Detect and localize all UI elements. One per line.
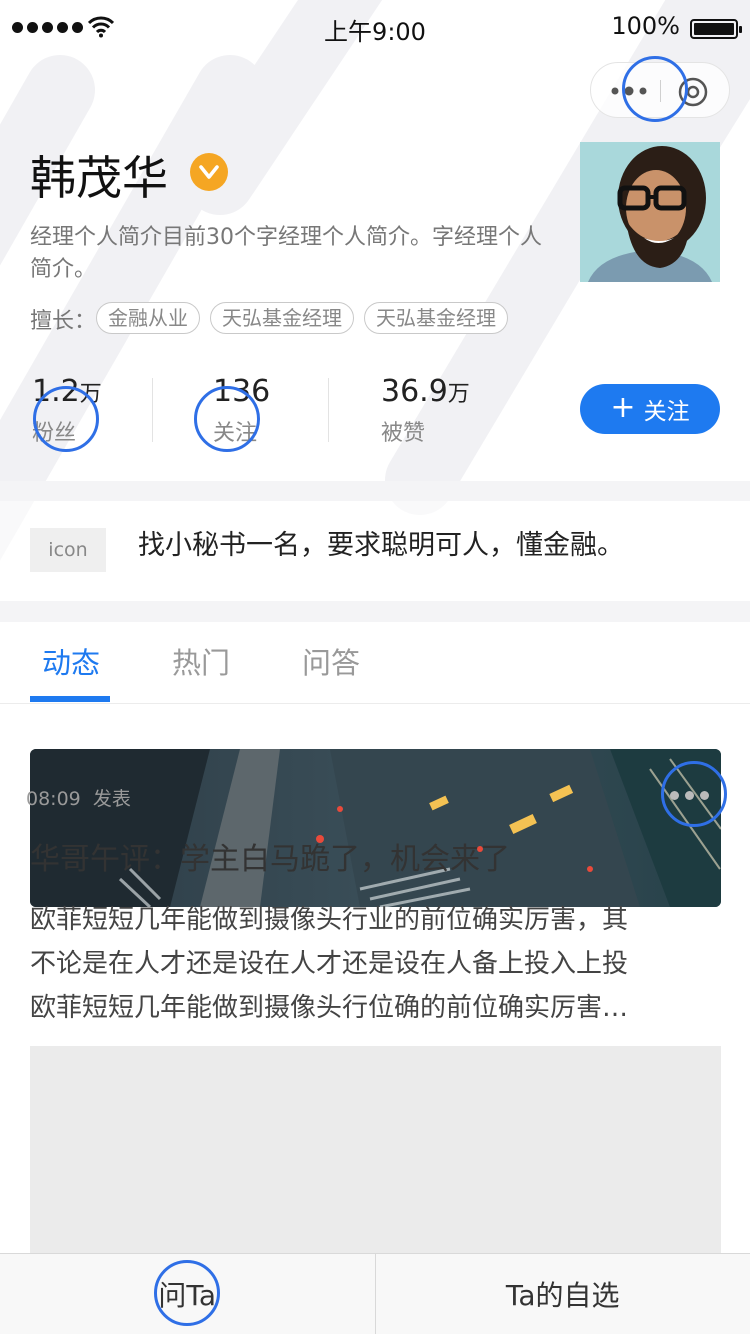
stat-likes-unit: 万 bbox=[447, 382, 470, 407]
capsule-menu bbox=[590, 62, 730, 118]
follow-button[interactable]: + 关注 bbox=[580, 384, 720, 434]
post-body-line: 欧菲短短几年能做到摄像头行位确的前位确实厉害… bbox=[30, 993, 629, 1023]
ask-button[interactable]: 问Ta bbox=[0, 1254, 375, 1334]
stat-fans[interactable]: 1.2万 粉丝 bbox=[32, 374, 102, 447]
tab-popular[interactable]: 热门 bbox=[172, 640, 230, 682]
battery-icon bbox=[690, 19, 742, 39]
status-bar: 上午9:00 100% bbox=[0, 0, 750, 56]
notice-text: 找小秘书一名，要求聪明可人，懂金融。 bbox=[138, 530, 624, 561]
verified-v-icon bbox=[190, 153, 228, 191]
stat-likes-value: 36.9 bbox=[381, 374, 448, 409]
post-more-icon[interactable] bbox=[670, 787, 716, 803]
stat-likes: 36.9万 被赞 bbox=[381, 374, 470, 447]
close-circle-icon[interactable] bbox=[677, 76, 709, 108]
tab-indicator bbox=[30, 696, 110, 702]
tab-qa[interactable]: 问答 bbox=[302, 640, 360, 682]
post-meta: 08:09 发表 bbox=[26, 784, 131, 811]
capsule-divider bbox=[660, 80, 661, 102]
battery-percent: 100% bbox=[611, 12, 680, 40]
follow-button-label: 关注 bbox=[643, 399, 690, 425]
stat-divider bbox=[328, 378, 329, 442]
avatar[interactable] bbox=[580, 142, 720, 282]
tab-dynamics[interactable]: 动态 bbox=[42, 640, 100, 682]
profile-intro: 经理个人简介目前30个字经理个人简介。字经理个人简介。 bbox=[30, 225, 542, 282]
skill-tags: 金融从业 天弘基金经理 天弘基金经理 bbox=[96, 302, 508, 334]
stat-following-label: 关注 bbox=[213, 421, 258, 446]
bottom-action-bar: 问Ta Ta的自选 bbox=[0, 1253, 750, 1334]
post-time: 08:09 bbox=[26, 788, 81, 810]
skills-label: 擅长： bbox=[30, 309, 97, 334]
notice-icon: icon bbox=[30, 528, 106, 572]
post-action: 发表 bbox=[92, 788, 131, 810]
stat-divider bbox=[152, 378, 153, 442]
section-separator bbox=[0, 481, 750, 501]
stat-fans-value: 1.2 bbox=[32, 374, 80, 409]
more-dots-icon[interactable] bbox=[609, 82, 649, 100]
post-title[interactable]: 华哥午评：学主白马跪了，机会来了 bbox=[30, 834, 510, 878]
stat-following-value: 136 bbox=[213, 374, 271, 409]
skill-tag: 金融从业 bbox=[96, 302, 200, 334]
watchlist-button[interactable]: Ta的自选 bbox=[376, 1254, 750, 1334]
plus-icon: + bbox=[610, 389, 636, 425]
post-image-placeholder[interactable] bbox=[30, 1046, 721, 1266]
post-body-line: 欧菲短短几年能做到摄像头行业的前位确实厉害，其 bbox=[30, 905, 629, 935]
post-body-line: 不论是在人才还是设在人才还是设在人备上投入上投 bbox=[30, 949, 629, 979]
profile-name: 韩茂华 bbox=[30, 151, 168, 205]
post-body[interactable]: 欧菲短短几年能做到摄像头行业的前位确实厉害，其 不论是在人才还是设在人才还是设在… bbox=[30, 898, 722, 1030]
section-separator bbox=[0, 601, 750, 622]
stat-following[interactable]: 136 关注 bbox=[213, 374, 270, 447]
stat-fans-unit: 万 bbox=[79, 382, 102, 407]
content-tabs: 动态 热门 问答 bbox=[0, 622, 750, 704]
skill-tag: 天弘基金经理 bbox=[210, 302, 354, 334]
stat-fans-label: 粉丝 bbox=[32, 421, 77, 446]
skill-tag: 天弘基金经理 bbox=[364, 302, 508, 334]
post-cover-image[interactable] bbox=[30, 749, 721, 907]
stat-likes-label: 被赞 bbox=[381, 421, 426, 446]
